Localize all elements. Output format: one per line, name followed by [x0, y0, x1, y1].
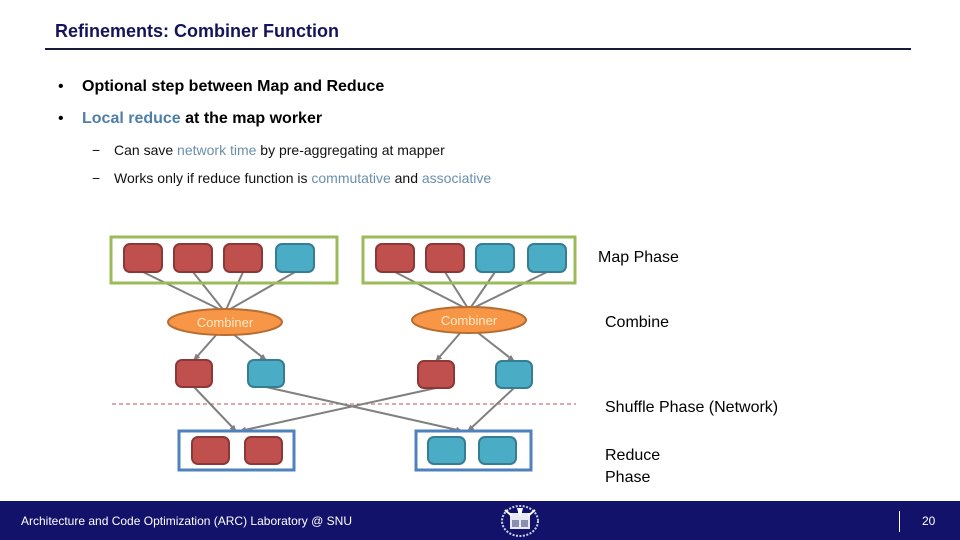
page-number: 20 — [922, 514, 936, 528]
phase-label-shuffle: Shuffle Phase (Network) — [605, 399, 779, 416]
record-blue — [275, 243, 315, 273]
flow-arrow — [232, 333, 267, 361]
record-blue — [527, 243, 567, 273]
phase-label-combine: Combine — [605, 314, 670, 331]
phase-label-reduce: Reduce Phase — [605, 445, 660, 489]
reduce-record-blue — [427, 436, 466, 465]
flow-arrow — [435, 331, 462, 362]
mapreduce-combiner-diagram — [109, 235, 577, 472]
footer-divider — [899, 511, 900, 532]
record-red — [173, 243, 213, 273]
snu-emblem-icon — [501, 505, 539, 537]
footer-lab-name: Architecture and Code Optimization (ARC)… — [21, 514, 352, 528]
record-red — [223, 243, 263, 273]
flow-line — [192, 271, 226, 313]
combiner-label: Combiner — [440, 313, 498, 328]
flow-line — [468, 271, 548, 311]
phase-label-line: Reduce — [605, 447, 661, 464]
flow-arrow — [193, 386, 237, 432]
record-red — [123, 243, 163, 273]
phase-label-map: Map Phase — [598, 249, 679, 266]
record-red — [375, 243, 415, 273]
flow-arrow — [265, 386, 463, 433]
flow-arrow — [476, 331, 515, 362]
reduce-record-blue — [478, 436, 517, 465]
flow-arrow — [467, 387, 515, 432]
combined-record-blue — [495, 360, 533, 389]
combined-record-red — [175, 359, 213, 388]
phase-label-line: Phase — [605, 469, 651, 486]
reduce-record-red — [191, 436, 230, 465]
flow-line — [224, 271, 296, 313]
record-red — [425, 243, 465, 273]
combined-record-red — [417, 360, 455, 389]
flow-arrow — [239, 387, 437, 433]
footer-bar: Architecture and Code Optimization (ARC)… — [0, 501, 960, 540]
reduce-record-red — [244, 436, 283, 465]
combiner-label: Combiner — [196, 315, 254, 330]
flow-line — [142, 271, 226, 313]
combined-record-blue — [247, 359, 285, 388]
record-blue — [475, 243, 515, 273]
flow-arrow — [193, 333, 218, 361]
